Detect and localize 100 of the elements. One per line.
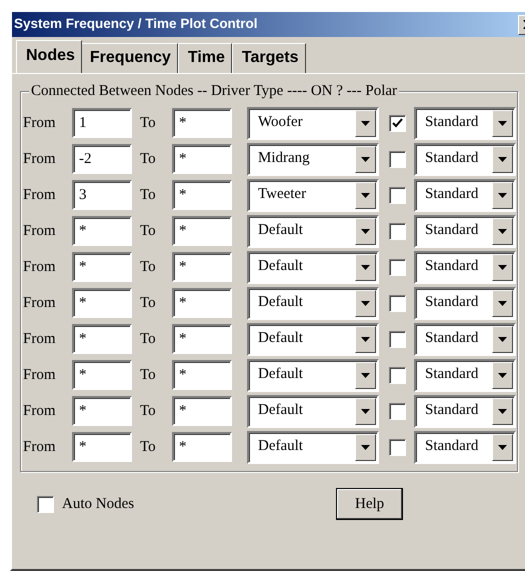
- dropdown-button[interactable]: [355, 326, 376, 352]
- to-field[interactable]: *: [172, 360, 232, 390]
- on-checkbox[interactable]: [389, 222, 406, 240]
- from-field[interactable]: *: [72, 216, 132, 246]
- on-checkbox[interactable]: [389, 258, 406, 276]
- polar-dropdown[interactable]: Standard: [414, 322, 516, 356]
- driver-type-dropdown[interactable]: Default: [247, 322, 379, 356]
- driver-type-dropdown[interactable]: Default: [247, 358, 379, 392]
- polar-dropdown[interactable]: Standard: [414, 178, 516, 212]
- dropdown-button[interactable]: [492, 326, 513, 352]
- field-label: To: [139, 294, 157, 313]
- dropdown-arrow-icon: [361, 372, 370, 378]
- dropdown-button[interactable]: [492, 434, 513, 460]
- dropdown-arrow-icon: [361, 300, 370, 306]
- driver-type-dropdown[interactable]: Default: [247, 214, 379, 248]
- help-button[interactable]: Help: [336, 488, 404, 520]
- dropdown-button[interactable]: [355, 434, 376, 460]
- dropdown-arrow-icon: [498, 120, 507, 126]
- from-field[interactable]: *: [72, 360, 132, 390]
- on-checkbox[interactable]: [389, 402, 406, 420]
- to-field[interactable]: *: [172, 288, 232, 318]
- from-field[interactable]: -2: [72, 144, 132, 174]
- from-field[interactable]: *: [72, 432, 132, 462]
- on-checkbox[interactable]: [389, 150, 406, 168]
- tab[interactable]: Frequency: [80, 43, 178, 73]
- dropdown-button[interactable]: [492, 110, 513, 136]
- field-label: To: [139, 222, 157, 241]
- polar-dropdown[interactable]: Standard: [414, 358, 516, 392]
- tab[interactable]: Time: [178, 43, 232, 73]
- dropdown-arrow-icon: [361, 192, 370, 198]
- dropdown-button[interactable]: [492, 254, 513, 280]
- dropdown-button[interactable]: [355, 182, 376, 208]
- on-checkbox[interactable]: [389, 330, 406, 348]
- field-label: From: [23, 438, 57, 457]
- tab[interactable]: Nodes: [16, 40, 82, 73]
- driver-type-dropdown[interactable]: Default: [247, 394, 379, 428]
- from-field[interactable]: 1: [72, 108, 132, 138]
- dropdown-button[interactable]: [492, 362, 513, 388]
- to-field[interactable]: *: [172, 324, 232, 354]
- dropdown-button[interactable]: [492, 182, 513, 208]
- field-label: From: [23, 366, 57, 385]
- dropdown-button[interactable]: [355, 290, 376, 316]
- from-field[interactable]: *: [72, 324, 132, 354]
- dropdown-arrow-icon: [361, 156, 370, 162]
- dropdown-arrow-icon: [498, 192, 507, 198]
- driver-type-dropdown[interactable]: Woofer: [247, 106, 379, 140]
- to-field[interactable]: *: [172, 396, 232, 426]
- driver-type-dropdown[interactable]: Tweeter: [247, 178, 379, 212]
- polar-dropdown[interactable]: Standard: [414, 286, 516, 320]
- auto-nodes-checkbox[interactable]: [37, 496, 54, 512]
- dropdown-button[interactable]: [492, 290, 513, 316]
- on-checkbox[interactable]: [389, 366, 406, 384]
- to-field[interactable]: *: [172, 216, 232, 246]
- field-label: From: [23, 294, 57, 313]
- dropdown-button[interactable]: [355, 362, 376, 388]
- dropdown-arrow-icon: [361, 408, 370, 414]
- driver-type-dropdown[interactable]: Default: [247, 430, 379, 464]
- polar-dropdown[interactable]: Standard: [414, 142, 516, 176]
- field-label: From: [23, 114, 57, 133]
- dropdown-button[interactable]: [355, 398, 376, 424]
- tab[interactable]: Targets: [232, 43, 306, 73]
- dropdown-button[interactable]: [492, 218, 513, 244]
- check-icon: [392, 118, 403, 128]
- dropdown-button[interactable]: [355, 254, 376, 280]
- dropdown-button[interactable]: [492, 146, 513, 172]
- field-label: From: [23, 258, 57, 277]
- to-field[interactable]: *: [172, 252, 232, 282]
- dropdown-arrow-icon: [361, 120, 370, 126]
- from-field[interactable]: *: [72, 396, 132, 426]
- on-checkbox[interactable]: [389, 438, 406, 456]
- driver-type-dropdown[interactable]: Default: [247, 286, 379, 320]
- driver-type-dropdown[interactable]: Midrang: [247, 142, 379, 176]
- polar-dropdown[interactable]: Standard: [414, 430, 516, 464]
- polar-dropdown[interactable]: Standard: [414, 106, 516, 140]
- from-field[interactable]: *: [72, 288, 132, 318]
- field-label: From: [23, 186, 57, 205]
- to-field[interactable]: *: [172, 144, 232, 174]
- driver-type-dropdown[interactable]: Default: [247, 250, 379, 284]
- field-label: From: [23, 402, 57, 421]
- field-label: To: [139, 258, 157, 277]
- from-field[interactable]: 3: [72, 180, 132, 210]
- to-field[interactable]: *: [172, 180, 232, 210]
- polar-dropdown[interactable]: Standard: [414, 214, 516, 248]
- dropdown-button[interactable]: [355, 146, 376, 172]
- on-checkbox[interactable]: [389, 294, 406, 312]
- from-field[interactable]: *: [72, 252, 132, 282]
- polar-dropdown[interactable]: Standard: [414, 394, 516, 428]
- to-field[interactable]: *: [172, 432, 232, 462]
- field-label: To: [139, 186, 157, 205]
- dropdown-button[interactable]: [355, 218, 376, 244]
- polar-dropdown[interactable]: Standard: [414, 250, 516, 284]
- to-field[interactable]: *: [172, 108, 232, 138]
- dropdown-button[interactable]: [492, 398, 513, 424]
- on-checkbox[interactable]: [389, 186, 406, 204]
- dropdown-arrow-icon: [361, 264, 370, 270]
- field-label: To: [139, 330, 157, 349]
- dropdown-button[interactable]: [355, 110, 376, 136]
- on-checkbox[interactable]: [389, 114, 406, 132]
- dropdown-arrow-icon: [498, 156, 507, 162]
- dropdown-arrow-icon: [498, 336, 507, 342]
